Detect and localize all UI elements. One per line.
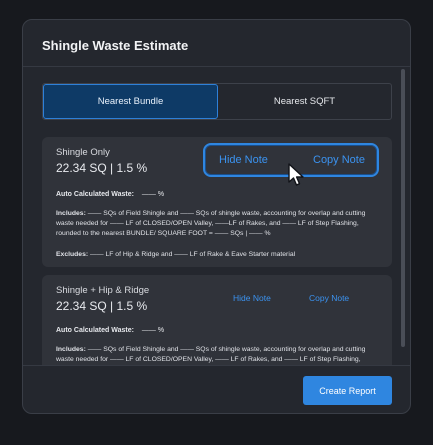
tab-nearest-bundle[interactable]: Nearest Bundle [43, 84, 218, 119]
auto-waste-value: —— % [141, 327, 165, 334]
includes-label: Includes: [56, 346, 86, 353]
auto-waste-label: Auto Calculated Waste: [56, 191, 134, 198]
copy-note-button[interactable]: Copy Note [313, 154, 365, 166]
auto-waste-label: Auto Calculated Waste: [56, 327, 134, 334]
excludes-text: —— LF of Hip & Ridge and —— LF of Rake &… [90, 251, 296, 258]
includes-text: —— SQs of Field Shingle and —— SQs of sh… [56, 210, 366, 237]
footer-divider [23, 365, 410, 366]
results-scroll-area[interactable]: Shingle Only 22.34 SQ | 1.5 % Hide Note … [23, 125, 410, 365]
header-divider [23, 66, 410, 67]
dialog-title: Shingle Waste Estimate [42, 38, 189, 53]
card-shingle-only: Shingle Only 22.34 SQ | 1.5 % Hide Note … [42, 137, 392, 267]
tab-nearest-sqft[interactable]: Nearest SQFT [218, 84, 391, 119]
card-title: Shingle Only [56, 147, 110, 158]
copy-note-button[interactable]: Copy Note [309, 293, 349, 303]
card-value: 22.34 SQ | 1.5 % [56, 161, 148, 175]
auto-waste-row: Auto Calculated Waste: —— % [56, 191, 164, 198]
includes-paragraph: Includes: —— SQs of Field Shingle and ——… [56, 345, 382, 365]
card-title: Shingle + Hip & Ridge [56, 285, 150, 296]
includes-label: Includes: [56, 210, 86, 217]
hide-note-button[interactable]: Hide Note [233, 293, 271, 303]
shingle-waste-dialog: Shingle Waste Estimate Nearest Bundle Ne… [22, 19, 411, 414]
hide-note-button[interactable]: Hide Note [219, 154, 268, 166]
excludes-label: Excludes: [56, 251, 89, 258]
excludes-paragraph: Excludes: —— LF of Hip & Ridge and —— LF… [56, 250, 382, 260]
card-value: 22.34 SQ | 1.5 % [56, 299, 148, 313]
rounding-tabs: Nearest Bundle Nearest SQFT [42, 83, 392, 120]
includes-text: —— SQs of Field Shingle and —— SQs of sh… [56, 346, 366, 363]
auto-waste-row: Auto Calculated Waste: —— % [56, 327, 164, 334]
auto-waste-value: —— % [141, 191, 165, 198]
card-shingle-hip-ridge: Shingle + Hip & Ridge 22.34 SQ | 1.5 % H… [42, 275, 392, 365]
includes-paragraph: Includes: —— SQs of Field Shingle and ——… [56, 209, 382, 239]
create-report-button[interactable]: Create Report [303, 376, 392, 405]
scrollbar-thumb[interactable] [401, 69, 405, 347]
note-actions-group: Hide Note Copy Note [203, 143, 379, 177]
